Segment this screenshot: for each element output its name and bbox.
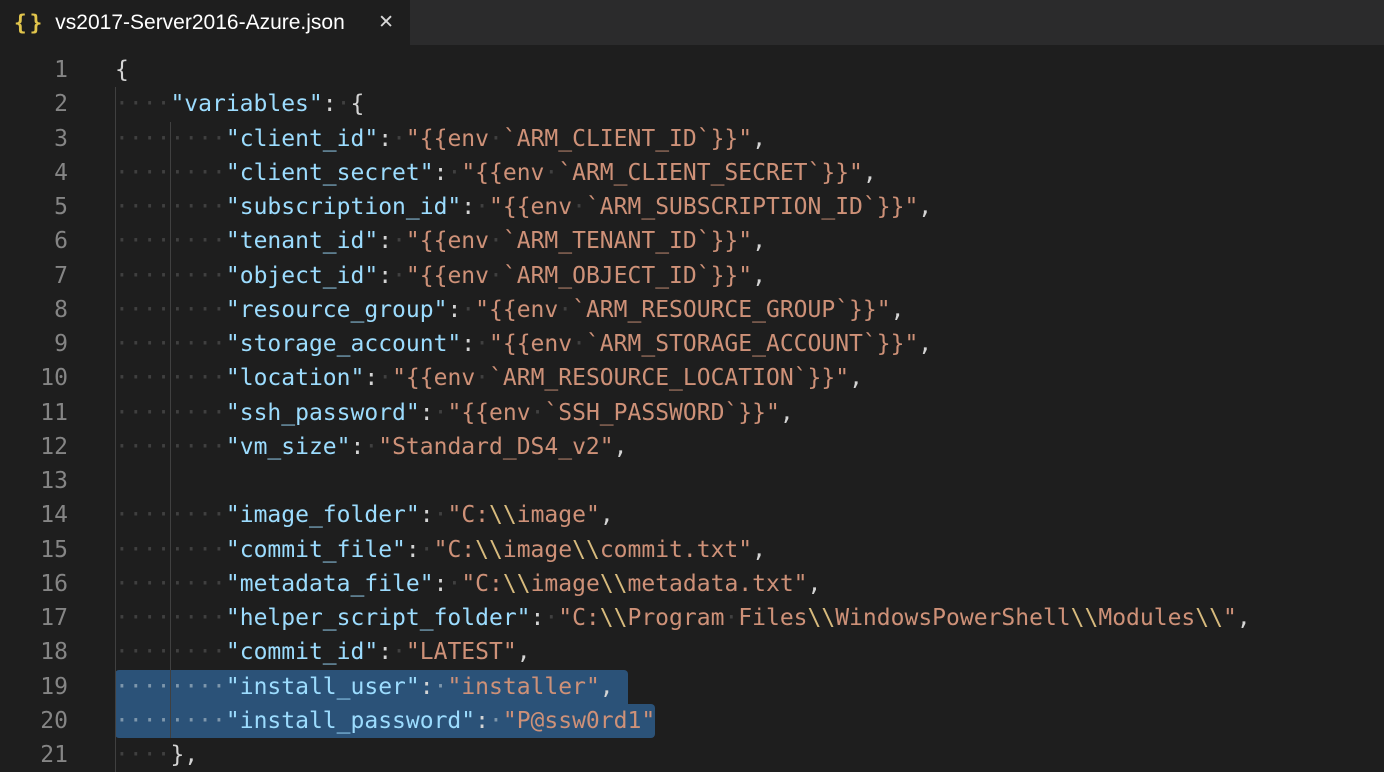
code-line[interactable]: 18 ········"commit_id":·"LATEST",	[0, 635, 1384, 669]
line-number: 2	[0, 87, 68, 121]
line-number: 14	[0, 498, 68, 532]
code-line[interactable]: 21 ····},	[0, 738, 1384, 772]
code-text: ····},	[115, 742, 198, 768]
line-number: 20	[0, 704, 68, 738]
code-line[interactable]: 9 ········"storage_account":·"{{env·`ARM_…	[0, 327, 1384, 361]
line-number: 6	[0, 224, 68, 258]
code-line[interactable]: 3 ········"client_id":·"{{env·`ARM_CLIENT…	[0, 122, 1384, 156]
line-number: 12	[0, 430, 68, 464]
code-line[interactable]: 17 ········"helper_script_folder":·"C:\\P…	[0, 601, 1384, 635]
code-text: ········"client_id":·"{{env·`ARM_CLIENT_…	[115, 126, 766, 152]
code-line[interactable]: 8 ········"resource_group":·"{{env·`ARM_R…	[0, 293, 1384, 327]
code-text: ········"subscription_id":·"{{env·`ARM_S…	[115, 194, 932, 220]
tab-filename: vs2017-Server2016-Azure.json	[55, 11, 345, 35]
code-line[interactable]: 7 ········"object_id":·"{{env·`ARM_OBJECT…	[0, 259, 1384, 293]
code-text: ········"ssh_password":·"{{env·`SSH_PASS…	[115, 400, 794, 426]
code-editor[interactable]: 1{2····"variables":·{3········"client_id…	[0, 45, 1384, 772]
line-number: 15	[0, 533, 68, 567]
line-number: 1	[0, 53, 68, 87]
code-line[interactable]: 13	[0, 464, 1384, 498]
code-line[interactable]: 2 ····"variables":·{	[0, 87, 1384, 121]
code-text: ········"helper_script_folder":·"C:\\Pro…	[115, 605, 1251, 631]
code-text: ········"commit_id":·"LATEST",	[115, 639, 531, 665]
code-line[interactable]: 6 ········"tenant_id":·"{{env·`ARM_TENANT…	[0, 224, 1384, 258]
code-line[interactable]: 14 ········"image_folder":·"C:\\image",	[0, 498, 1384, 532]
code-text: ········"object_id":·"{{env·`ARM_OBJECT_…	[115, 263, 766, 289]
code-text: ········"install_password":·"P@ssw0rd1"	[115, 708, 655, 734]
code-line[interactable]: 20 ········"install_password":·"P@ssw0rd1…	[0, 704, 1384, 738]
code-line[interactable]: 15 ········"commit_file":·"C:\\image\\com…	[0, 533, 1384, 567]
line-number: 16	[0, 567, 68, 601]
code-line[interactable]: 5 ········"subscription_id":·"{{env·`ARM_…	[0, 190, 1384, 224]
indent-guide	[115, 464, 116, 498]
code-text: ········"commit_file":·"C:\\image\\commi…	[115, 537, 766, 563]
line-number: 19	[0, 670, 68, 704]
line-number: 7	[0, 259, 68, 293]
code-text: ········"tenant_id":·"{{env·`ARM_TENANT_…	[115, 228, 766, 254]
line-number: 4	[0, 156, 68, 190]
line-number: 5	[0, 190, 68, 224]
code-text: ········"metadata_file":·"C:\\image\\met…	[115, 571, 821, 597]
code-text: ········"vm_size":·"Standard_DS4_v2",	[115, 434, 627, 460]
line-number: 11	[0, 396, 68, 430]
line-number: 10	[0, 361, 68, 395]
code-text: ········"client_secret":·"{{env·`ARM_CLI…	[115, 160, 877, 186]
code-line[interactable]: 11 ········"ssh_password":·"{{env·`SSH_PA…	[0, 396, 1384, 430]
code-text: ····"variables":·{	[115, 91, 364, 117]
line-number: 17	[0, 601, 68, 635]
line-number: 21	[0, 738, 68, 772]
code-line[interactable]: 4 ········"client_secret":·"{{env·`ARM_CL…	[0, 156, 1384, 190]
line-number: 3	[0, 122, 68, 156]
line-number: 8	[0, 293, 68, 327]
line-number: 18	[0, 635, 68, 669]
tab-vs2017-server2016-azure-json[interactable]: {} vs2017-Server2016-Azure.json ✕	[0, 0, 410, 45]
tab-bar: {} vs2017-Server2016-Azure.json ✕	[0, 0, 1384, 45]
code-line[interactable]: 1{	[0, 53, 1384, 87]
code-text: ········"install_user":·"installer",	[115, 674, 614, 700]
json-file-icon: {}	[14, 11, 45, 35]
code-text: ········"image_folder":·"C:\\image",	[115, 502, 614, 528]
code-text: ········"location":·"{{env·`ARM_RESOURCE…	[115, 365, 863, 391]
code-line[interactable]: 10 ········"location":·"{{env·`ARM_RESOUR…	[0, 361, 1384, 395]
line-number: 13	[0, 464, 68, 498]
indent-guide	[170, 464, 171, 498]
code-text: ········"storage_account":·"{{env·`ARM_S…	[115, 331, 932, 357]
code-text: {	[115, 57, 129, 83]
line-number: 9	[0, 327, 68, 361]
tab-close-icon[interactable]: ✕	[378, 13, 394, 32]
code-line[interactable]: 16 ········"metadata_file":·"C:\\image\\m…	[0, 567, 1384, 601]
code-line[interactable]: 12 ········"vm_size":·"Standard_DS4_v2",	[0, 430, 1384, 464]
code-line[interactable]: 19 ········"install_user":·"installer",	[0, 670, 1384, 704]
code-text: ········"resource_group":·"{{env·`ARM_RE…	[115, 297, 904, 323]
